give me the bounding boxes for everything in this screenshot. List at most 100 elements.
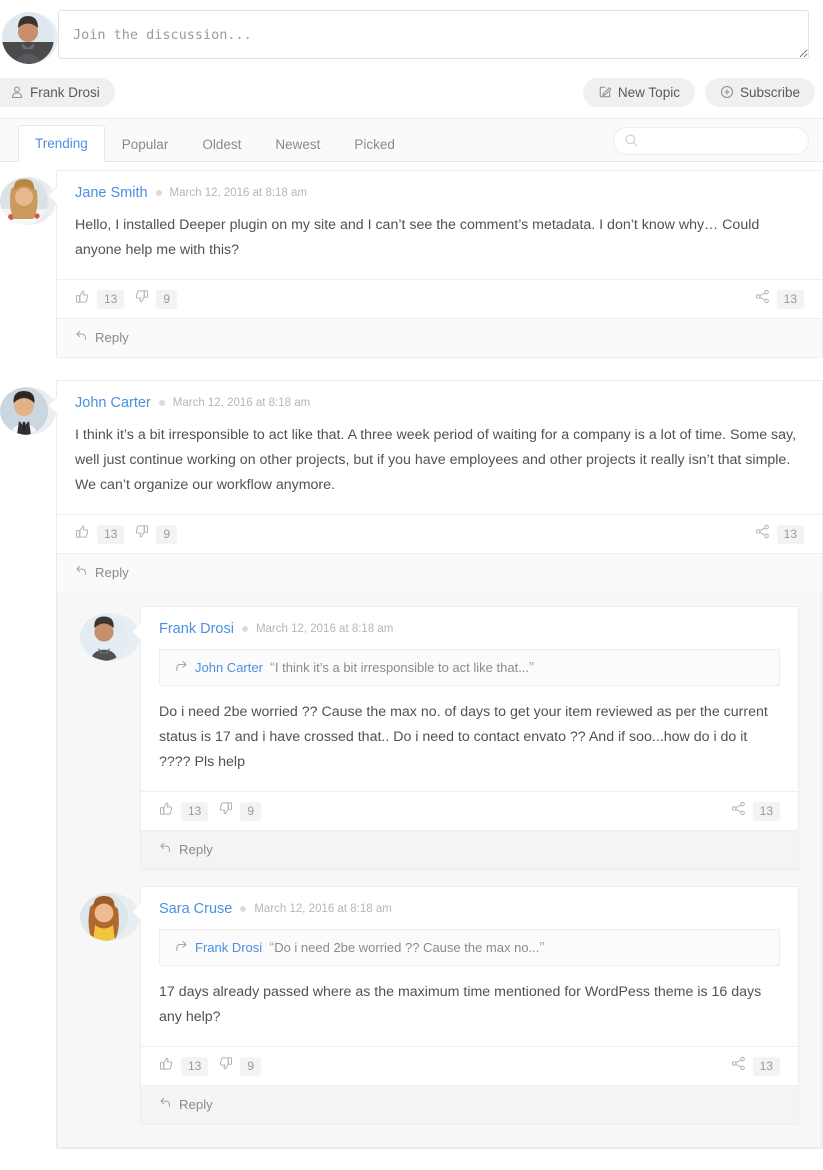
quote-text: “I think it’s a bit irresponsible to act… <box>270 659 534 676</box>
dislike-button[interactable]: 9 <box>134 524 178 544</box>
reply-button[interactable]: Reply <box>75 329 129 345</box>
thumbs-up-icon <box>159 1056 174 1076</box>
like-button[interactable]: 13 <box>159 1056 209 1076</box>
comment-reply-bar: Reply <box>57 553 822 592</box>
jane-smith-avatar[interactable] <box>0 177 56 225</box>
reply-reply-bar: Reply <box>141 1085 798 1124</box>
comment-author[interactable]: John Carter <box>75 395 151 411</box>
share-button[interactable]: 13 <box>755 524 804 544</box>
share-count: 13 <box>776 524 804 544</box>
share-icon <box>755 289 770 309</box>
user-icon <box>10 85 24 99</box>
frank-drosi-avatar[interactable] <box>80 613 140 661</box>
reply-meta: Frank Drosi March 12, 2016 at 8:18 am <box>159 621 780 637</box>
comment-text: I think it’s a bit irresponsible to act … <box>75 427 797 493</box>
comment-avatar-col <box>0 380 56 435</box>
vote-group: 13 9 <box>75 524 178 544</box>
reply-button[interactable]: Reply <box>75 564 129 580</box>
reply-arrow-icon <box>75 564 88 580</box>
search-container <box>613 127 809 155</box>
vote-group: 13 9 <box>159 801 262 821</box>
reply-button[interactable]: Reply <box>159 841 213 857</box>
reply-sara-cruse: Sara Cruse March 12, 2016 at 8:18 am Fra… <box>80 886 799 1125</box>
like-count: 13 <box>181 1056 209 1076</box>
reply-text: Do i need 2be worried ?? Cause the max n… <box>159 704 768 770</box>
share-button[interactable]: 13 <box>731 801 780 821</box>
john-carter-avatar[interactable] <box>0 387 56 435</box>
reply-card: Frank Drosi March 12, 2016 at 8:18 am Jo… <box>140 606 799 870</box>
subscribe-button[interactable]: Subscribe <box>704 77 815 107</box>
comment-meta: John Carter March 12, 2016 at 8:18 am <box>75 395 804 411</box>
dislike-button[interactable]: 9 <box>134 289 178 309</box>
current-user-badge[interactable]: Frank Drosi <box>0 77 115 107</box>
reply-text: 17 days already passed where as the maxi… <box>159 984 762 1025</box>
share-button[interactable]: 13 <box>755 289 804 309</box>
quote-snippet-text: Do i need 2be worried ?? Cause the max n… <box>274 940 540 955</box>
reply-frank-drosi: Frank Drosi March 12, 2016 at 8:18 am Jo… <box>80 606 799 870</box>
quote-text: “Do i need 2be worried ?? Cause the max … <box>269 939 544 956</box>
reply-body: Sara Cruse March 12, 2016 at 8:18 am Fra… <box>141 887 798 1046</box>
tab-newest[interactable]: Newest <box>258 126 337 162</box>
comment-jane-smith: Jane Smith March 12, 2016 at 8:18 am Hel… <box>0 170 823 358</box>
comment-author[interactable]: Jane Smith <box>75 185 148 201</box>
meta-separator-dot <box>158 400 165 406</box>
quote-snippet-text: I think it’s a bit irresponsible to act … <box>274 660 530 675</box>
comment-card: Jane Smith March 12, 2016 at 8:18 am Hel… <box>56 170 823 358</box>
like-count: 13 <box>97 289 125 309</box>
like-button[interactable]: 13 <box>159 801 209 821</box>
dislike-button[interactable]: 9 <box>218 801 262 821</box>
reply-author[interactable]: Sara Cruse <box>159 901 232 917</box>
vote-group: 13 9 <box>159 1056 262 1076</box>
reply-card-wrap: Sara Cruse March 12, 2016 at 8:18 am Fra… <box>140 886 799 1125</box>
share-count: 13 <box>752 1056 780 1076</box>
reply-author[interactable]: Frank Drosi <box>159 621 234 637</box>
search-input[interactable] <box>613 127 809 155</box>
dislike-count: 9 <box>240 1056 262 1076</box>
compose-avatar-wrap <box>0 10 58 64</box>
subscribe-label: Subscribe <box>739 84 800 100</box>
tab-trending[interactable]: Trending <box>18 125 105 162</box>
current-user-avatar <box>2 12 58 64</box>
comment-vote-bar: 13 9 13 <box>57 279 822 318</box>
like-button[interactable]: 13 <box>75 289 125 309</box>
reply-vote-bar: 13 9 13 <box>141 1046 798 1085</box>
discussion-input[interactable] <box>58 10 809 59</box>
quote-close-mark: ” <box>539 939 545 956</box>
sara-cruse-avatar[interactable] <box>80 893 140 941</box>
tab-oldest[interactable]: Oldest <box>185 126 258 162</box>
reply-button[interactable]: Reply <box>159 1096 213 1112</box>
action-bar-right: New Topic Subscribe <box>582 77 815 107</box>
dislike-count: 9 <box>156 289 178 309</box>
tab-popular[interactable]: Popular <box>105 126 186 162</box>
reply-vote-bar: 13 9 13 <box>141 791 798 830</box>
share-icon <box>755 524 770 544</box>
thumbs-up-icon <box>75 524 90 544</box>
like-count: 13 <box>181 801 209 821</box>
reply-date: March 12, 2016 at 8:18 am <box>255 623 394 635</box>
dislike-button[interactable]: 9 <box>218 1056 262 1076</box>
comment-avatar-col <box>0 170 56 225</box>
new-topic-button[interactable]: New Topic <box>582 77 695 107</box>
comment-thread: Jane Smith March 12, 2016 at 8:18 am Hel… <box>0 162 823 1149</box>
comment-john-carter: John Carter March 12, 2016 at 8:18 am I … <box>0 380 823 1149</box>
pencil-square-icon <box>598 85 612 99</box>
compose-field-wrap <box>58 10 815 64</box>
like-button[interactable]: 13 <box>75 524 125 544</box>
quoted-comment: John Carter “I think it’s a bit irrespon… <box>159 649 780 686</box>
share-button[interactable]: 13 <box>731 1056 780 1076</box>
tab-picked[interactable]: Picked <box>337 126 412 162</box>
quote-reply-arrow-icon <box>174 659 188 676</box>
meta-separator-dot <box>155 190 162 196</box>
thread-gap <box>0 358 823 380</box>
quote-author[interactable]: John Carter <box>195 660 263 675</box>
thumbs-up-icon <box>75 289 90 309</box>
quote-author[interactable]: Frank Drosi <box>195 940 262 955</box>
share-count: 13 <box>776 289 804 309</box>
reply-card: Sara Cruse March 12, 2016 at 8:18 am Fra… <box>140 886 799 1125</box>
comment-avatar-col <box>80 606 140 661</box>
thumbs-down-icon <box>218 801 233 821</box>
comment-avatar-col <box>80 886 140 941</box>
share-icon <box>731 1056 746 1076</box>
comment-date: March 12, 2016 at 8:18 am <box>169 187 307 199</box>
thumbs-down-icon <box>134 289 149 309</box>
